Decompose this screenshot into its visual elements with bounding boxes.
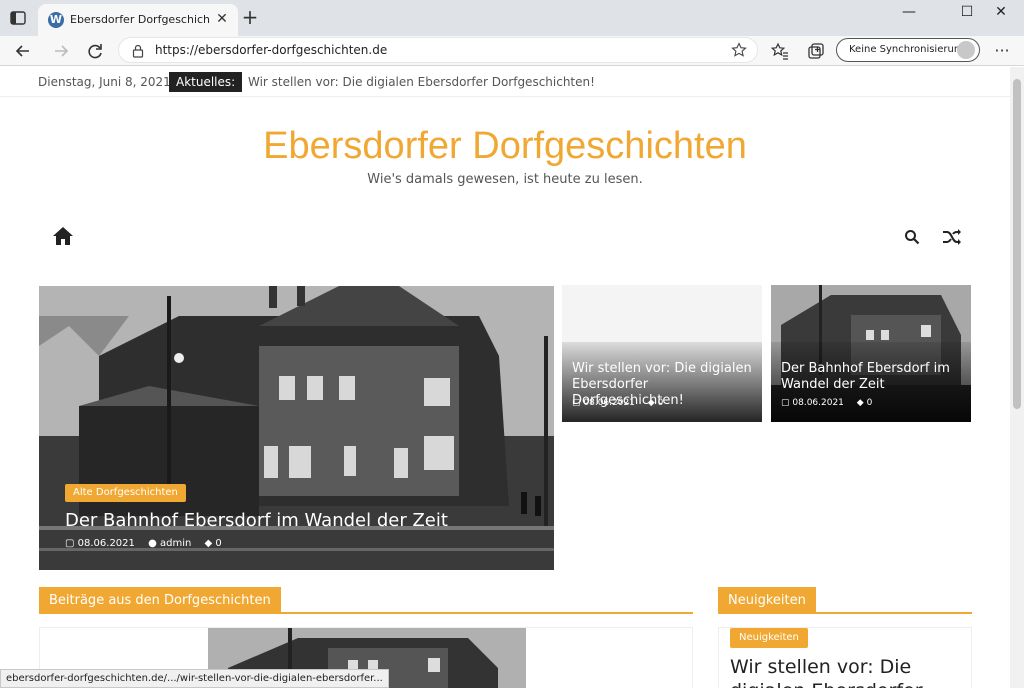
url-text: https://ebersdorfer-dorfgeschichten.de: [155, 43, 388, 57]
post-author-text: admin: [160, 538, 192, 549]
window-close-icon[interactable]: ✕: [978, 0, 1024, 26]
comment-icon: ◆ 0: [647, 398, 664, 408]
post-comments-count: 0: [215, 538, 222, 549]
post-date[interactable]: ▢ 08.06.2021: [65, 538, 135, 549]
news-category-badge[interactable]: Neuigkeiten: [730, 628, 808, 648]
back-icon[interactable]: [11, 39, 35, 63]
favorites-icon[interactable]: [768, 39, 792, 63]
forward-icon[interactable]: [49, 39, 73, 63]
minimize-icon[interactable]: —: [886, 0, 932, 26]
post-date-text: 08.06.2021: [583, 398, 635, 408]
tab-actions-icon[interactable]: [9, 9, 27, 27]
news-section-heading: Neuigkeiten: [718, 587, 816, 614]
featured-post-title[interactable]: Der Bahnhof Ebersdorf im Wandel der Zeit: [65, 510, 448, 531]
current-date: Dienstag, Juni 8, 2021: [38, 75, 171, 89]
browser-tab[interactable]: W Ebersdorfer Dorfgeschichten – W ✕: [38, 4, 238, 36]
calendar-icon: ▢: [65, 538, 78, 549]
section-divider: [39, 612, 693, 614]
scrollbar-thumb[interactable]: [1013, 79, 1021, 409]
lock-icon[interactable]: [131, 43, 145, 58]
post-comments-count: 0: [657, 398, 664, 408]
sync-button[interactable]: Keine Synchronisierung: [836, 38, 980, 62]
post-date-text: 08.06.2021: [792, 398, 844, 408]
favorite-star-icon[interactable]: [731, 42, 747, 58]
post-comments-count: 0: [866, 398, 873, 408]
comment-icon: ◆: [204, 538, 216, 549]
close-icon[interactable]: ✕: [214, 11, 230, 27]
status-bar-url: ebersdorfer-dorfgeschichten.de/.../wir-s…: [0, 669, 389, 688]
search-icon[interactable]: [904, 229, 920, 245]
calendar-icon: ▢ 08.06.2021: [572, 398, 635, 408]
category-badge[interactable]: Alte Dorfgeschichten: [65, 484, 186, 502]
news-ticker-link[interactable]: Wir stellen vor: Die digialen Ebersdorfe…: [248, 75, 595, 89]
user-icon: ●: [148, 538, 160, 549]
featured-post-small[interactable]: Der Bahnhof Ebersdorf im Wandel der Zeit…: [771, 285, 971, 422]
browser-tab-bar: W Ebersdorfer Dorfgeschichten – W ✕ + — …: [0, 0, 1024, 36]
more-icon[interactable]: ···: [990, 39, 1014, 63]
plus-icon[interactable]: +: [240, 7, 260, 28]
refresh-icon[interactable]: [83, 39, 107, 63]
posts-section-heading: Beiträge aus den Dorfgeschichten: [39, 587, 281, 614]
section-divider: [718, 612, 972, 614]
featured-post-meta: ▢ 08.06.2021 ● admin ◆ 0: [65, 538, 232, 549]
page-scrollbar[interactable]: [1010, 67, 1024, 688]
address-bar[interactable]: https://ebersdorfer-dorfgeschichten.de: [118, 37, 758, 63]
featured-small-meta: ▢ 08.06.2021 ◆ 0: [781, 398, 882, 408]
post-date-text: 08.06.2021: [77, 538, 135, 549]
featured-post-main[interactable]: Alte Dorfgeschichten Der Bahnhof Ebersdo…: [39, 286, 554, 570]
wordpress-icon: W: [48, 12, 64, 28]
post-author[interactable]: ● admin: [148, 538, 191, 549]
post-comments[interactable]: ◆ 0: [205, 538, 222, 549]
featured-small-meta: ▢ 08.06.2021 ◆ 0: [572, 398, 673, 408]
site-tagline: Wie's damals gewesen, ist heute zu lesen…: [367, 172, 643, 187]
calendar-icon: ▢ 08.06.2021: [781, 398, 844, 408]
avatar: [957, 41, 975, 59]
news-post-title[interactable]: Wir stellen vor: Die digialen Ebersdorfe…: [730, 655, 980, 688]
news-ticker-label: Aktuelles:: [169, 72, 243, 92]
site-title[interactable]: Ebersdorfer Dorfgeschichten: [0, 125, 1010, 168]
featured-post-small[interactable]: Wir stellen vor: Die digialen Ebersdorfe…: [562, 285, 762, 422]
sync-label: Keine Synchronisierung: [849, 44, 967, 55]
web-page: Dienstag, Juni 8, 2021 Aktuelles: Wir st…: [0, 67, 1010, 688]
comment-icon: ◆ 0: [856, 398, 873, 408]
home-icon[interactable]: [52, 225, 74, 247]
tab-title: Ebersdorfer Dorfgeschichten – W: [70, 13, 210, 26]
collections-icon[interactable]: [804, 39, 828, 63]
featured-small-title[interactable]: Der Bahnhof Ebersdorf im Wandel der Zeit: [781, 361, 967, 393]
random-icon[interactable]: [942, 228, 962, 246]
browser-toolbar: https://ebersdorfer-dorfgeschichten.de K…: [0, 36, 1024, 66]
top-bar: Dienstag, Juni 8, 2021 Aktuelles: Wir st…: [0, 67, 1010, 97]
